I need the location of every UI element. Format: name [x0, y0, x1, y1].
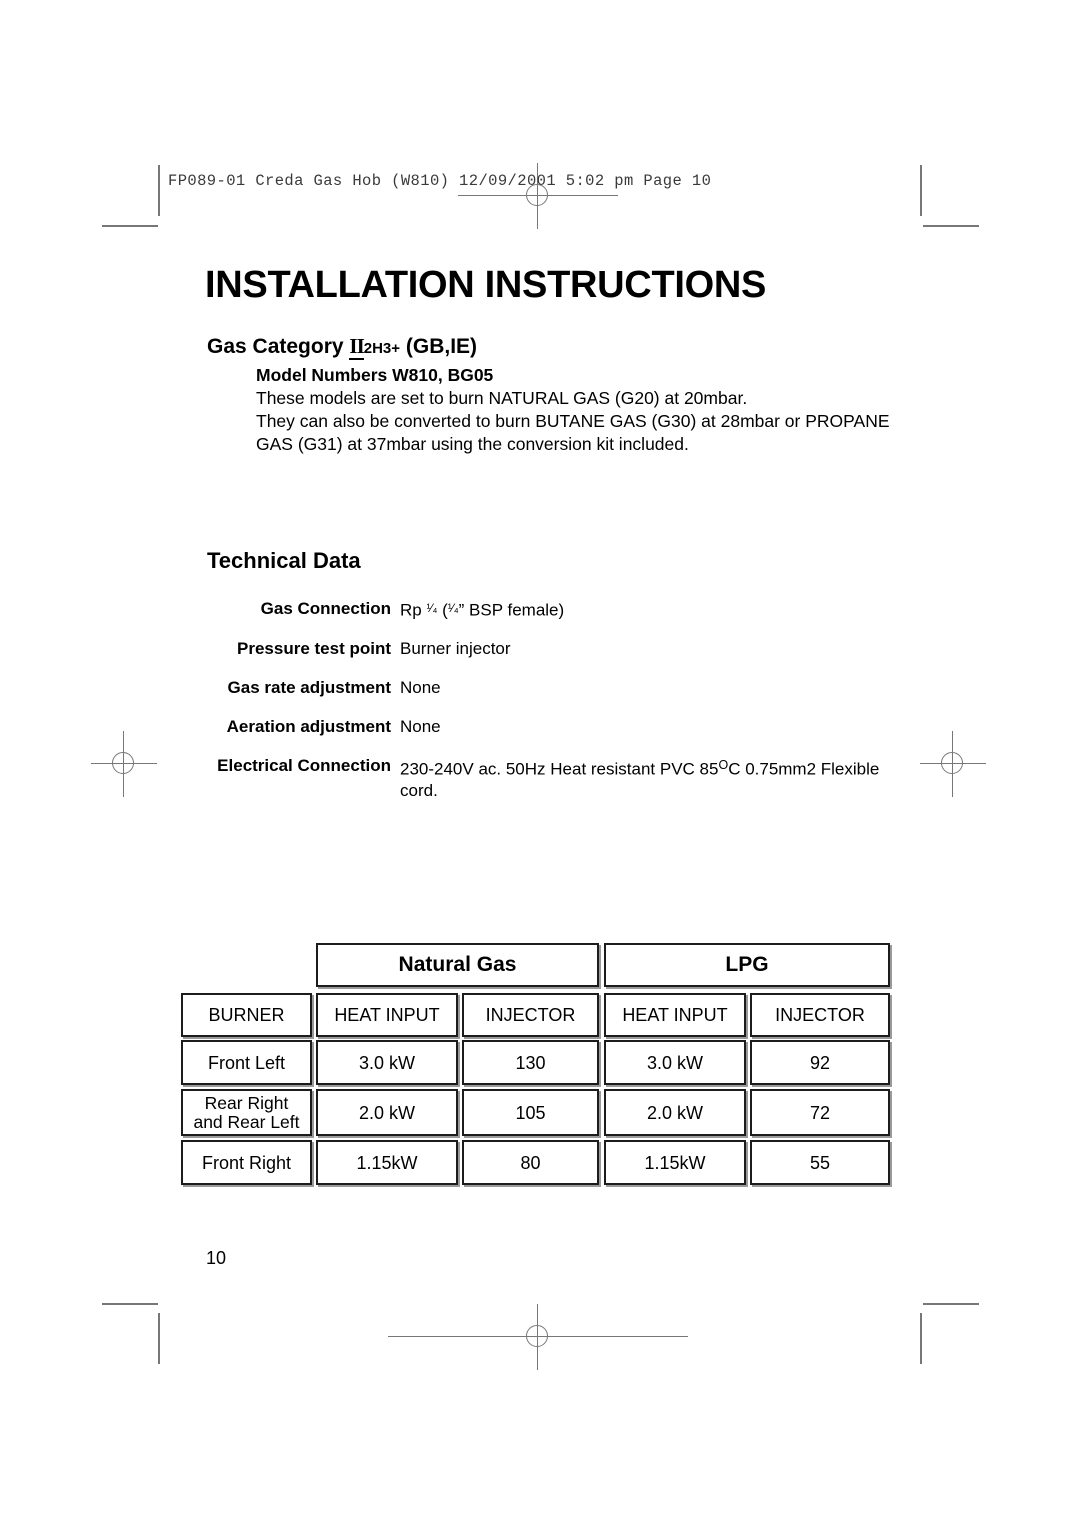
technical-data-list: Gas Connection Rp ¹⁄₄ (¹⁄₄” BSP female) … — [205, 598, 905, 801]
model-numbers-block: Model Numbers W810, BG05 These models ar… — [256, 364, 916, 456]
table-row-lpg-heat: 3.0 kW — [604, 1040, 746, 1085]
column-header-lpg-heat-input: HEAT INPUT — [604, 993, 746, 1037]
spec-label-gas-connection: Gas Connection — [260, 599, 391, 618]
gas-category-suffix: (GB,IE) — [400, 335, 478, 358]
table-row-ng-injector: 80 — [462, 1140, 599, 1185]
spec-value-post: ” BSP female) — [458, 600, 565, 620]
table-row-ng-heat: 3.0 kW — [316, 1040, 458, 1085]
spec-value-gas-rate-adjustment: None — [400, 678, 441, 698]
crop-mark-bottom-left-horizontal — [102, 1303, 158, 1305]
model-note-line-1: These models are set to burn NATURAL GAS… — [256, 388, 748, 408]
print-job-slug: FP089-01 Creda Gas Hob (W810) 12/09/2001… — [168, 172, 712, 190]
spec-row-electrical-connection: Electrical Connection 230-240V ac. 50Hz … — [205, 755, 905, 800]
spec-label-aeration-adjustment: Aeration adjustment — [226, 717, 391, 737]
group-header-natural-gas: Natural Gas — [316, 943, 599, 987]
group-header-lpg: LPG — [604, 943, 890, 987]
registration-mark-left-middle — [91, 731, 157, 797]
table-row-burner-name: Rear Right and Rear Left — [181, 1089, 312, 1136]
spec-value-gas-connection: Rp ¹⁄₄ (¹⁄₄” BSP female) — [400, 598, 905, 638]
crop-mark-top-left-vertical — [158, 165, 160, 216]
crop-mark-bottom-right-horizontal — [923, 1303, 979, 1305]
burner-name-line-1: Rear Right — [204, 1092, 289, 1113]
spec-value-electrical-connection: 230-240V ac. 50Hz Heat resistant PVC 85O… — [400, 755, 905, 800]
page-title: INSTALLATION INSTRUCTIONS — [205, 264, 767, 306]
table-row-lpg-heat: 1.15kW — [604, 1140, 746, 1185]
model-numbers-heading: Model Numbers W810, BG05 — [256, 365, 494, 385]
table-row-lpg-injector: 55 — [750, 1140, 890, 1185]
registration-mark-right-middle — [920, 731, 986, 797]
crop-mark-bottom-right-vertical — [920, 1313, 922, 1364]
spec-value-pre: Rp — [400, 600, 427, 620]
fraction-one-quarter-a: ¹⁄₄ — [426, 601, 438, 615]
column-header-lpg-injector: INJECTOR — [750, 993, 890, 1037]
gas-category-prefix: Gas Category — [207, 335, 350, 358]
degree-superscript: O — [718, 758, 729, 773]
table-row-ng-injector: 105 — [462, 1089, 599, 1136]
gas-category-heading: Gas Category II2H3+ (GB,IE) — [207, 334, 478, 360]
table-row-burner-name: Front Right — [181, 1140, 312, 1185]
table-row-ng-heat: 2.0 kW — [316, 1089, 458, 1136]
table-row-lpg-heat: 2.0 kW — [604, 1089, 746, 1136]
gas-category-subscript: 2H3+ — [363, 340, 401, 357]
model-note-line-2: They can also be converted to burn BUTAN… — [256, 411, 890, 431]
electrical-value-pre: 230-240V ac. 50Hz Heat resistant PVC 85 — [400, 759, 719, 779]
spec-value-pressure-test-point: Burner injector — [400, 639, 511, 659]
spec-value-mid: ( — [437, 600, 448, 620]
column-header-ng-injector: INJECTOR — [462, 993, 599, 1037]
gas-category-numeral: II — [349, 334, 365, 360]
spec-row-aeration-adjustment: Aeration adjustment None — [205, 716, 905, 755]
column-header-burner: BURNER — [181, 993, 312, 1037]
model-note-line-3: GAS (G31) at 37mbar using the conversion… — [256, 434, 689, 454]
crop-mark-top-right-horizontal — [923, 225, 979, 227]
crop-mark-top-left-horizontal — [102, 225, 158, 227]
table-row-ng-heat: 1.15kW — [316, 1140, 458, 1185]
spec-label-electrical-connection: Electrical Connection — [217, 756, 391, 776]
table-row-lpg-injector: 72 — [750, 1089, 890, 1136]
spec-row-gas-connection: Gas Connection Rp ¹⁄₄ (¹⁄₄” BSP female) — [205, 598, 905, 638]
spec-label-pressure-test-point: Pressure test point — [237, 639, 391, 659]
registration-mark-bottom-center — [388, 1304, 688, 1370]
spec-row-pressure-test-point: Pressure test point Burner injector — [205, 638, 905, 677]
burner-name-line-2: and Rear Left — [193, 1111, 300, 1132]
spec-label-gas-rate-adjustment: Gas rate adjustment — [227, 678, 391, 698]
fraction-one-quarter-b: ¹⁄₄ — [447, 601, 459, 615]
crop-mark-bottom-left-vertical — [158, 1313, 160, 1364]
table-row-burner-name: Front Left — [181, 1040, 312, 1085]
technical-data-heading: Technical Data — [207, 548, 361, 573]
crop-mark-top-right-vertical — [920, 165, 922, 216]
spec-row-gas-rate-adjustment: Gas rate adjustment None — [205, 677, 905, 716]
document-page: FP089-01 Creda Gas Hob (W810) 12/09/2001… — [0, 0, 1080, 1528]
table-row-lpg-injector: 92 — [750, 1040, 890, 1085]
page-number: 10 — [206, 1248, 227, 1268]
column-header-ng-heat-input: HEAT INPUT — [316, 993, 458, 1037]
table-row-ng-injector: 130 — [462, 1040, 599, 1085]
spec-value-aeration-adjustment: None — [400, 717, 441, 737]
